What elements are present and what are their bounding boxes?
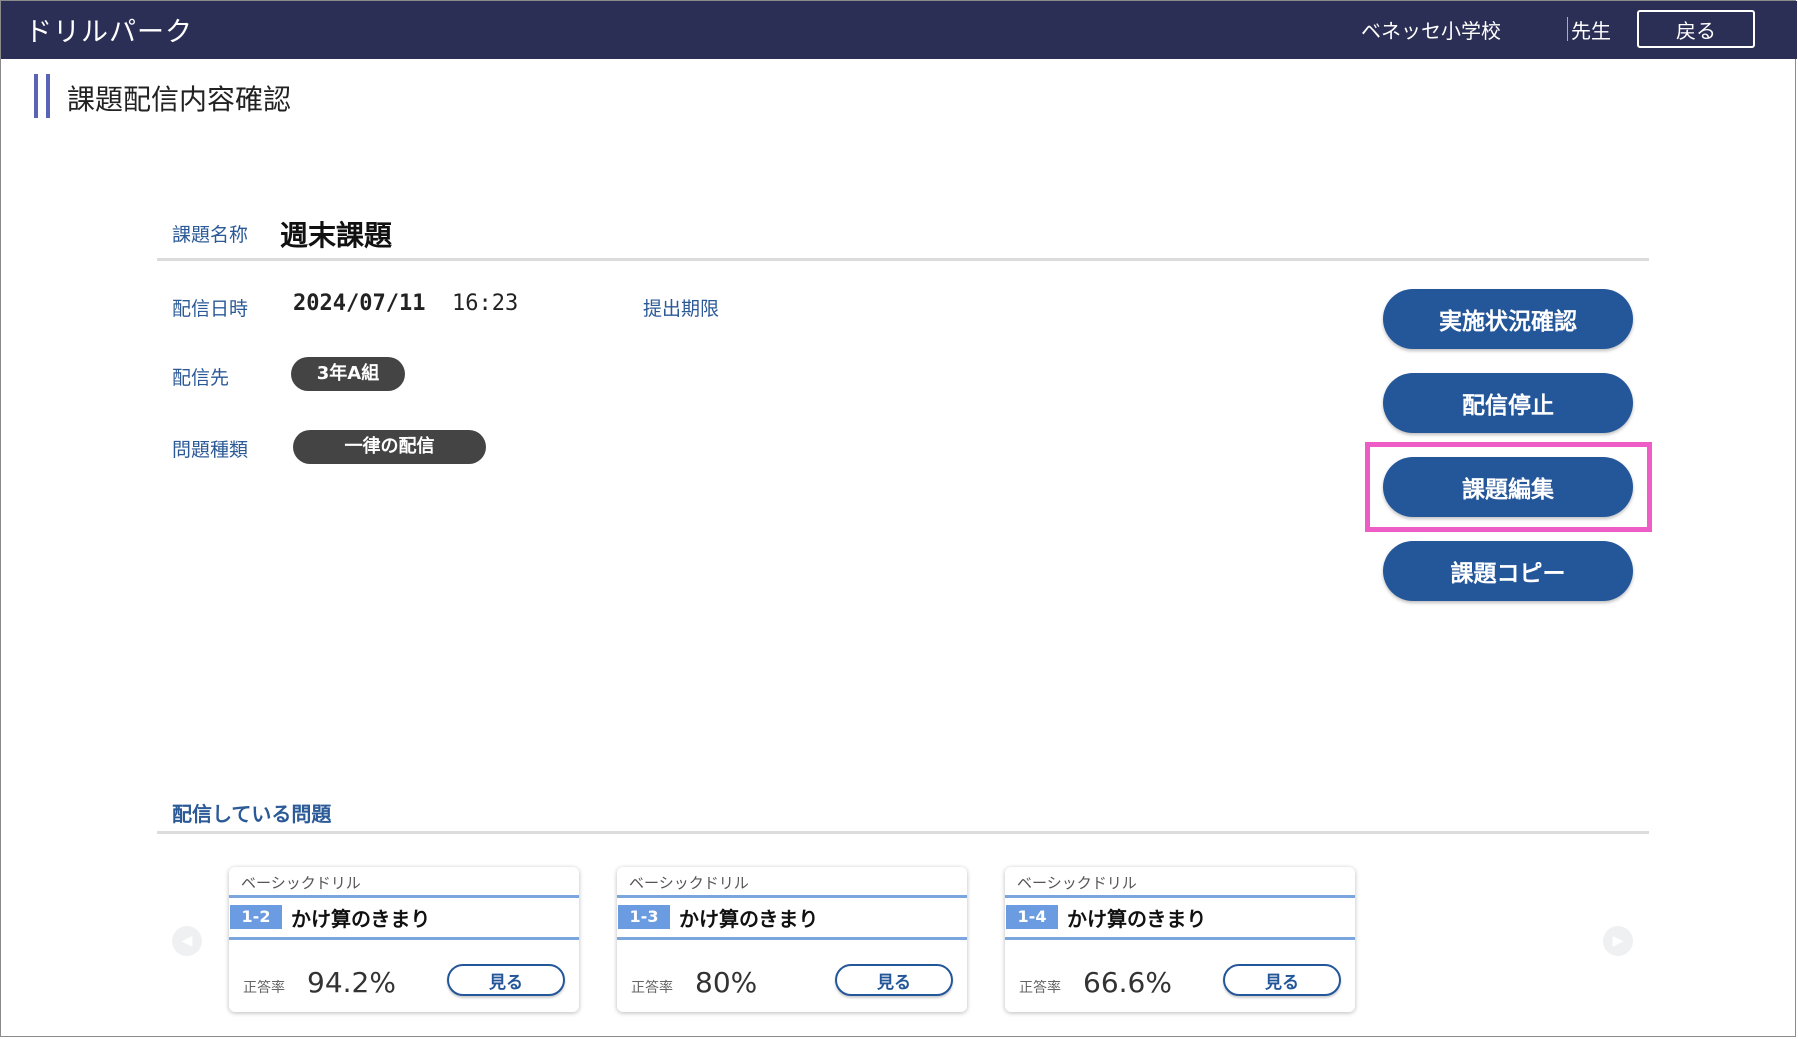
- card-title: かけ算のきまり: [679, 907, 819, 931]
- correct-rate-value: 66.6%: [1083, 966, 1172, 999]
- school-name: ベネッセ小学校: [1361, 19, 1501, 43]
- card-divider: [1005, 937, 1355, 940]
- card-title: かけ算のきまり: [291, 907, 431, 931]
- view-button[interactable]: 見る: [1223, 964, 1341, 996]
- correct-rate-value: 80%: [695, 966, 758, 999]
- delivery-date-label: 配信日時: [172, 298, 249, 320]
- card-divider: [617, 895, 967, 898]
- card-category: ベーシックドリル: [1017, 874, 1137, 892]
- problem-card: ベーシックドリル 1-3 かけ算のきまり 正答率 80% 見る: [617, 867, 967, 1012]
- card-number-badge: 1-4: [1006, 905, 1058, 929]
- chevron-left-icon[interactable]: ◀: [172, 926, 202, 956]
- card-number-badge: 1-3: [618, 905, 670, 929]
- title-accent-bar: [34, 74, 38, 118]
- app-title: ドリルパーク: [25, 17, 193, 48]
- view-button[interactable]: 見る: [447, 964, 565, 996]
- card-divider: [229, 937, 579, 940]
- correct-rate-label: 正答率: [243, 980, 285, 996]
- task-name: 週末課題: [280, 219, 393, 252]
- destination-label: 配信先: [172, 367, 230, 389]
- correct-rate-value: 94.2%: [307, 966, 396, 999]
- destination-badge: 3年A組: [291, 357, 405, 391]
- delivery-date: 2024/07/11: [293, 291, 426, 316]
- title-accent-bar: [46, 74, 50, 118]
- status-check-button[interactable]: 実施状況確認: [1383, 289, 1633, 349]
- delivery-time: 16:23: [452, 291, 519, 316]
- chevron-right-icon[interactable]: ▶: [1603, 926, 1633, 956]
- card-title: かけ算のきまり: [1067, 907, 1207, 931]
- highlight-box: [1365, 442, 1652, 532]
- page-title: 課題配信内容確認: [67, 83, 292, 116]
- problem-card: ベーシックドリル 1-2 かけ算のきまり 正答率 94.2% 見る: [229, 867, 579, 1012]
- card-category: ベーシックドリル: [241, 874, 361, 892]
- section-title: 配信している問題: [172, 802, 332, 826]
- card-number-badge: 1-2: [230, 905, 282, 929]
- copy-task-button[interactable]: 課題コピー: [1383, 541, 1633, 601]
- correct-rate-label: 正答率: [1019, 980, 1061, 996]
- deadline-label: 提出期限: [643, 298, 720, 320]
- view-button[interactable]: 見る: [835, 964, 953, 996]
- app-header: ドリルパーク ベネッセ小学校 先生 戻る: [1, 1, 1797, 59]
- card-divider: [1005, 895, 1355, 898]
- correct-rate-label: 正答率: [631, 980, 673, 996]
- card-divider: [617, 937, 967, 940]
- card-divider: [229, 895, 579, 898]
- back-button[interactable]: 戻る: [1637, 10, 1755, 48]
- divider: [157, 831, 1649, 834]
- card-category: ベーシックドリル: [629, 874, 749, 892]
- problem-type-badge: 一律の配信: [293, 430, 486, 464]
- header-divider: [1567, 17, 1568, 41]
- divider: [157, 258, 1649, 261]
- task-name-label: 課題名称: [172, 224, 249, 246]
- teacher-name: 先生: [1571, 19, 1611, 43]
- problem-type-label: 問題種類: [172, 439, 249, 461]
- problem-card: ベーシックドリル 1-4 かけ算のきまり 正答率 66.6% 見る: [1005, 867, 1355, 1012]
- stop-delivery-button[interactable]: 配信停止: [1383, 373, 1633, 433]
